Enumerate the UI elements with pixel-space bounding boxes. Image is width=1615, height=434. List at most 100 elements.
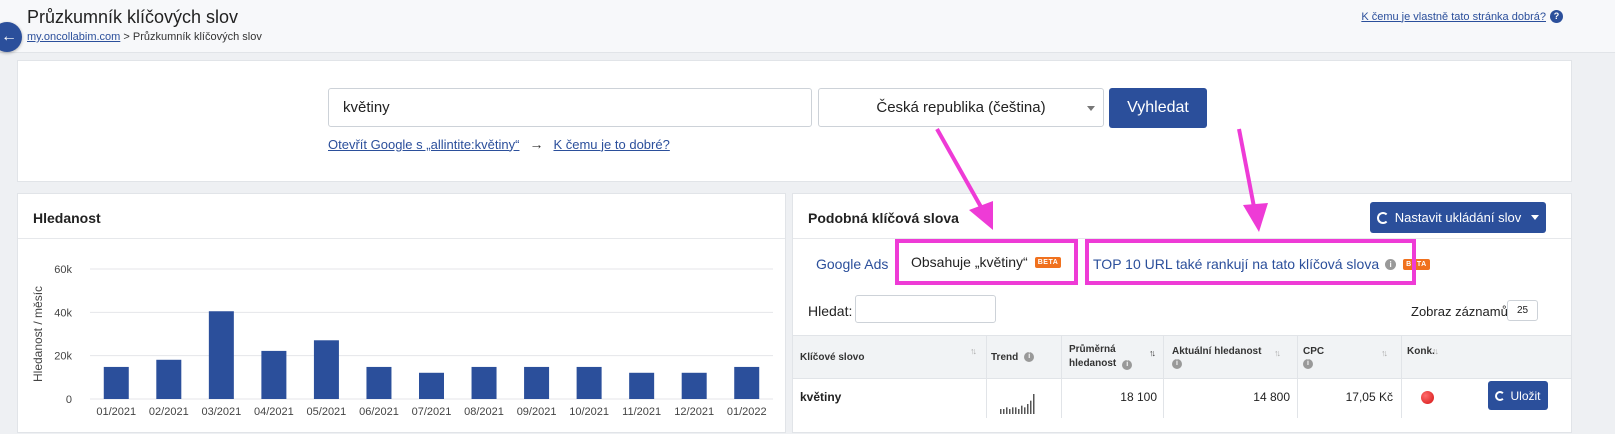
info-icon: i (1172, 359, 1182, 369)
x-tick-label: 08/2021 (464, 406, 504, 418)
y-axis-label: Hledanost / měsíc (31, 286, 45, 382)
y-tick-label: 20k (54, 351, 72, 363)
save-keyword-button[interactable]: Uložit (1488, 381, 1548, 410)
question-icon: ? (1550, 10, 1563, 23)
sort-icon: ↑↓ (1274, 348, 1281, 358)
save-settings-label: Nastavit ukládání slov (1394, 210, 1522, 225)
column-avg-volume[interactable]: Průměrná hledanost i ↑↓ (1069, 336, 1164, 378)
bar (366, 366, 392, 399)
volume-card: Hledanost 0 20k 40k 60k Hledanost / měsíc 01/… (17, 193, 786, 433)
trend-bar (1012, 407, 1014, 414)
y-tick-label: 40k (54, 307, 72, 319)
bar (103, 366, 129, 399)
arrow-right-icon: → (529, 136, 544, 152)
info-icon: i (1122, 360, 1133, 370)
page-help-label: K čemu je vlastně tato stránka dobrá? (1361, 10, 1546, 23)
x-tick-label: 04/2021 (254, 406, 294, 418)
rows-per-page-select[interactable]: 25 (1507, 300, 1538, 321)
table-header: Klíčové slovo ↑↓ Trend i Průměrná hledan… (793, 335, 1571, 379)
highlight-box (895, 239, 1078, 285)
trend-bar (1021, 405, 1023, 414)
search-button[interactable]: Vyhledat (1109, 88, 1207, 128)
trend-bar (1000, 409, 1002, 414)
save-keyword-label: Uložit (1510, 388, 1541, 403)
current-volume-cell: 14 800 (1253, 390, 1290, 404)
x-tick-label: 09/2021 (517, 406, 557, 418)
bar (261, 350, 287, 399)
tab-google-ads[interactable]: Google Ads (816, 242, 888, 286)
sort-icon: ↑↓ (1381, 348, 1388, 358)
breadcrumb-home-link[interactable]: my.oncollabim.com (27, 31, 120, 43)
column-keyword[interactable]: Klíčové slovo ↑↓ (800, 336, 985, 378)
bar (419, 372, 444, 399)
x-tick-label: 07/2021 (412, 406, 452, 418)
avg-volume-cell: 18 100 (1120, 390, 1157, 404)
chevron-down-icon (1087, 106, 1095, 111)
similar-keywords-card: Podobná klíčová slova Nastavit ukládání … (792, 193, 1572, 433)
x-tick-label: 02/2021 (149, 406, 189, 418)
x-tick-label: 03/2021 (201, 406, 241, 418)
volume-chart: 0 20k 40k 60k Hledanost / měsíc 01/2021 02/202… (31, 264, 773, 418)
bar (208, 311, 234, 399)
column-cpc[interactable]: CPC i ↑↓ (1303, 336, 1398, 378)
volume-card-title: Hledanost (33, 210, 101, 226)
trend-bar (1003, 409, 1005, 414)
sort-icon: ↑↓ (970, 346, 977, 356)
caret-down-icon (1531, 215, 1540, 220)
sort-desc-icon: ↑↓ (1149, 348, 1156, 358)
x-tick-label: 01/2021 (96, 406, 136, 418)
sort-icon: ↑↓ (1432, 346, 1439, 356)
trend-bar (1015, 407, 1017, 414)
x-tick-label: 12/2021 (674, 406, 714, 418)
page-header: Průzkumník klíčových slov my.oncollabim.… (0, 0, 1615, 53)
competition-cell (1421, 378, 1434, 416)
breadcrumb: my.oncollabim.com > Průzkumník klíčových… (27, 31, 262, 43)
trend-bar (1024, 407, 1026, 414)
cpc-cell: 17,05 Kč (1345, 390, 1393, 404)
open-google-link[interactable]: Otevřít Google s „allintite:květiny“ (328, 137, 519, 152)
bar (576, 366, 602, 399)
x-tick-label: 10/2021 (569, 406, 609, 418)
country-select[interactable]: Česká republika (čeština) (818, 88, 1104, 127)
info-icon: i (1024, 352, 1035, 362)
bar (313, 340, 339, 399)
page-help-link[interactable]: K čemu je vlastně tato stránka dobrá? ? (1361, 10, 1563, 23)
filter-input[interactable] (855, 295, 996, 323)
collabim-icon (1495, 390, 1506, 401)
x-tick-label: 01/2022 (727, 406, 767, 418)
x-tick-label: 06/2021 (359, 406, 399, 418)
trend-bar (1027, 404, 1029, 414)
trend-bar (1030, 400, 1032, 414)
collabim-icon (1376, 211, 1389, 224)
bar (681, 372, 707, 399)
keyword-input[interactable] (328, 88, 812, 127)
tab-label: Google Ads (816, 256, 889, 272)
highlight-box (1085, 239, 1416, 285)
x-tick-label: 11/2021 (622, 406, 661, 418)
trend-bar (1006, 407, 1008, 414)
trend-bar (1018, 409, 1020, 414)
bar (629, 372, 655, 399)
rows-per-page-label: Zobraz záznamů (1411, 304, 1508, 319)
y-tick-label: 0 (66, 394, 72, 406)
country-select-value: Česká republika (čeština) (876, 99, 1046, 116)
bar (471, 366, 497, 399)
info-icon: i (1303, 359, 1313, 369)
bar (734, 366, 760, 399)
keyword-cell: květiny (800, 390, 842, 404)
x-tick-label: 05/2021 (307, 406, 347, 418)
save-settings-button[interactable]: Nastavit ukládání slov (1370, 202, 1546, 233)
y-tick-label: 60k (54, 264, 72, 276)
competition-dot-icon (1421, 390, 1434, 404)
column-competition[interactable]: Konk. ↑↓ (1407, 330, 1467, 372)
column-current-volume[interactable]: Aktuální hledanost i ↑↓ (1172, 336, 1292, 378)
search-panel: Česká republika (čeština) Vyhledat Otevř… (17, 60, 1572, 182)
search-links: Otevřít Google s „allintite:květiny“ → K… (328, 136, 670, 152)
breadcrumb-current: > Průzkumník klíčových slov (120, 31, 262, 43)
similar-card-title: Podobná klíčová slova (808, 210, 959, 226)
why-useful-link[interactable]: K čemu je to dobré? (553, 137, 669, 152)
filter-label: Hledat: (808, 303, 853, 319)
trend-bar (1033, 394, 1035, 414)
trend-sparkline (1000, 394, 1035, 414)
column-trend[interactable]: Trend i (991, 336, 1061, 378)
